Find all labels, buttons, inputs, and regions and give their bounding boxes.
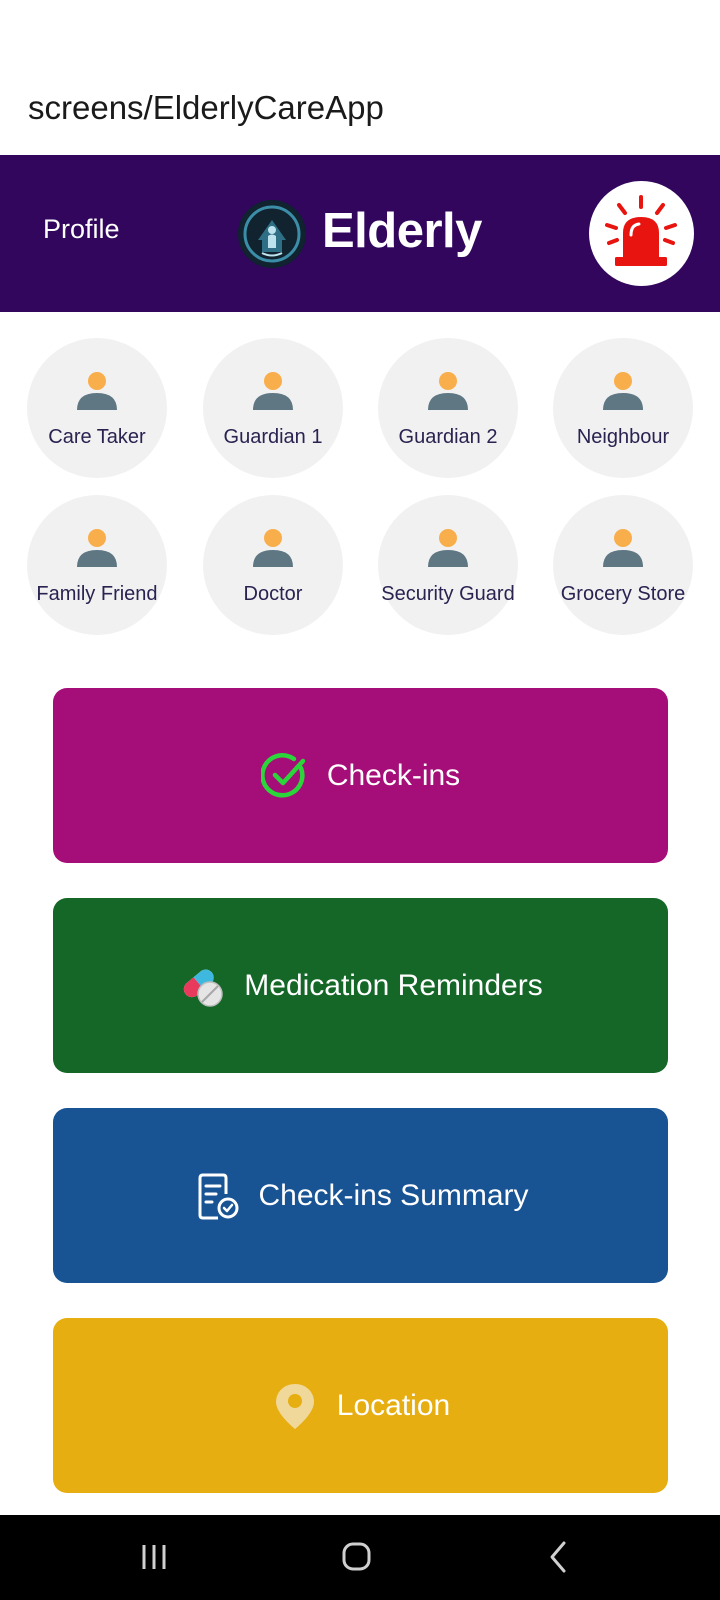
person-icon [428,372,468,410]
person-icon [253,529,293,567]
home-button[interactable] [326,1535,386,1580]
action-label: Check-ins Summary [258,1178,529,1212]
map-pin-icon [271,1382,319,1430]
contact-guardian-2[interactable]: Guardian 2 [378,338,518,478]
check-ins-summary-button[interactable]: Check-ins Summary [53,1108,668,1283]
pills-icon [178,962,226,1010]
check-ins-button[interactable]: Check-ins [53,688,668,863]
app-header: Profile Elderly [0,155,720,312]
contact-grocery-store[interactable]: Grocery Store [553,495,693,635]
page-route-title: screens/ElderlyCareApp [28,89,384,126]
contact-label: Guardian 1 [223,426,323,448]
contact-label: Care Taker [48,426,146,448]
home-icon [342,1542,371,1571]
contact-neighbour[interactable]: Neighbour [553,338,693,478]
document-check-icon [192,1172,240,1220]
brand-title: Elderly [322,204,482,258]
siren-alarm-icon [605,195,677,266]
system-navigation-bar [0,1515,720,1600]
person-icon [77,372,117,410]
contact-family-friend[interactable]: Family Friend [27,495,167,635]
back-icon [550,1541,566,1573]
action-label: Medication Reminders [244,968,543,1002]
emergency-alarm-button[interactable] [589,181,694,286]
location-button[interactable]: Location [53,1318,668,1493]
emergency-contacts-grid: Care Taker Guardian 1 Guardian 2 Neighbo… [0,338,720,638]
contact-label: Neighbour [576,426,670,448]
contact-label: Grocery Store [560,583,686,605]
action-label: Location [336,1388,451,1422]
person-icon [77,529,117,567]
contact-label: Security Guard [381,583,515,605]
medication-reminders-button[interactable]: Medication Reminders [53,898,668,1073]
contact-label: Guardian 2 [398,426,498,448]
check-circle-icon [260,752,309,800]
contact-guardian-1[interactable]: Guardian 1 [203,338,343,478]
contact-label: Doctor [243,583,303,605]
person-icon [603,372,643,410]
contact-doctor[interactable]: Doctor [203,495,343,635]
recents-icon [142,1545,166,1569]
back-button[interactable] [530,1535,590,1580]
elderly-logo-icon [238,200,306,268]
contact-care-taker[interactable]: Care Taker [27,338,167,478]
person-icon [253,372,293,410]
profile-link[interactable]: Profile [43,214,120,245]
contact-label: Family Friend [36,583,158,605]
recents-button[interactable] [126,1535,186,1580]
contact-security-guard[interactable]: Security Guard [378,495,518,635]
person-icon [603,529,643,567]
action-label: Check-ins [326,758,461,792]
person-icon [428,529,468,567]
